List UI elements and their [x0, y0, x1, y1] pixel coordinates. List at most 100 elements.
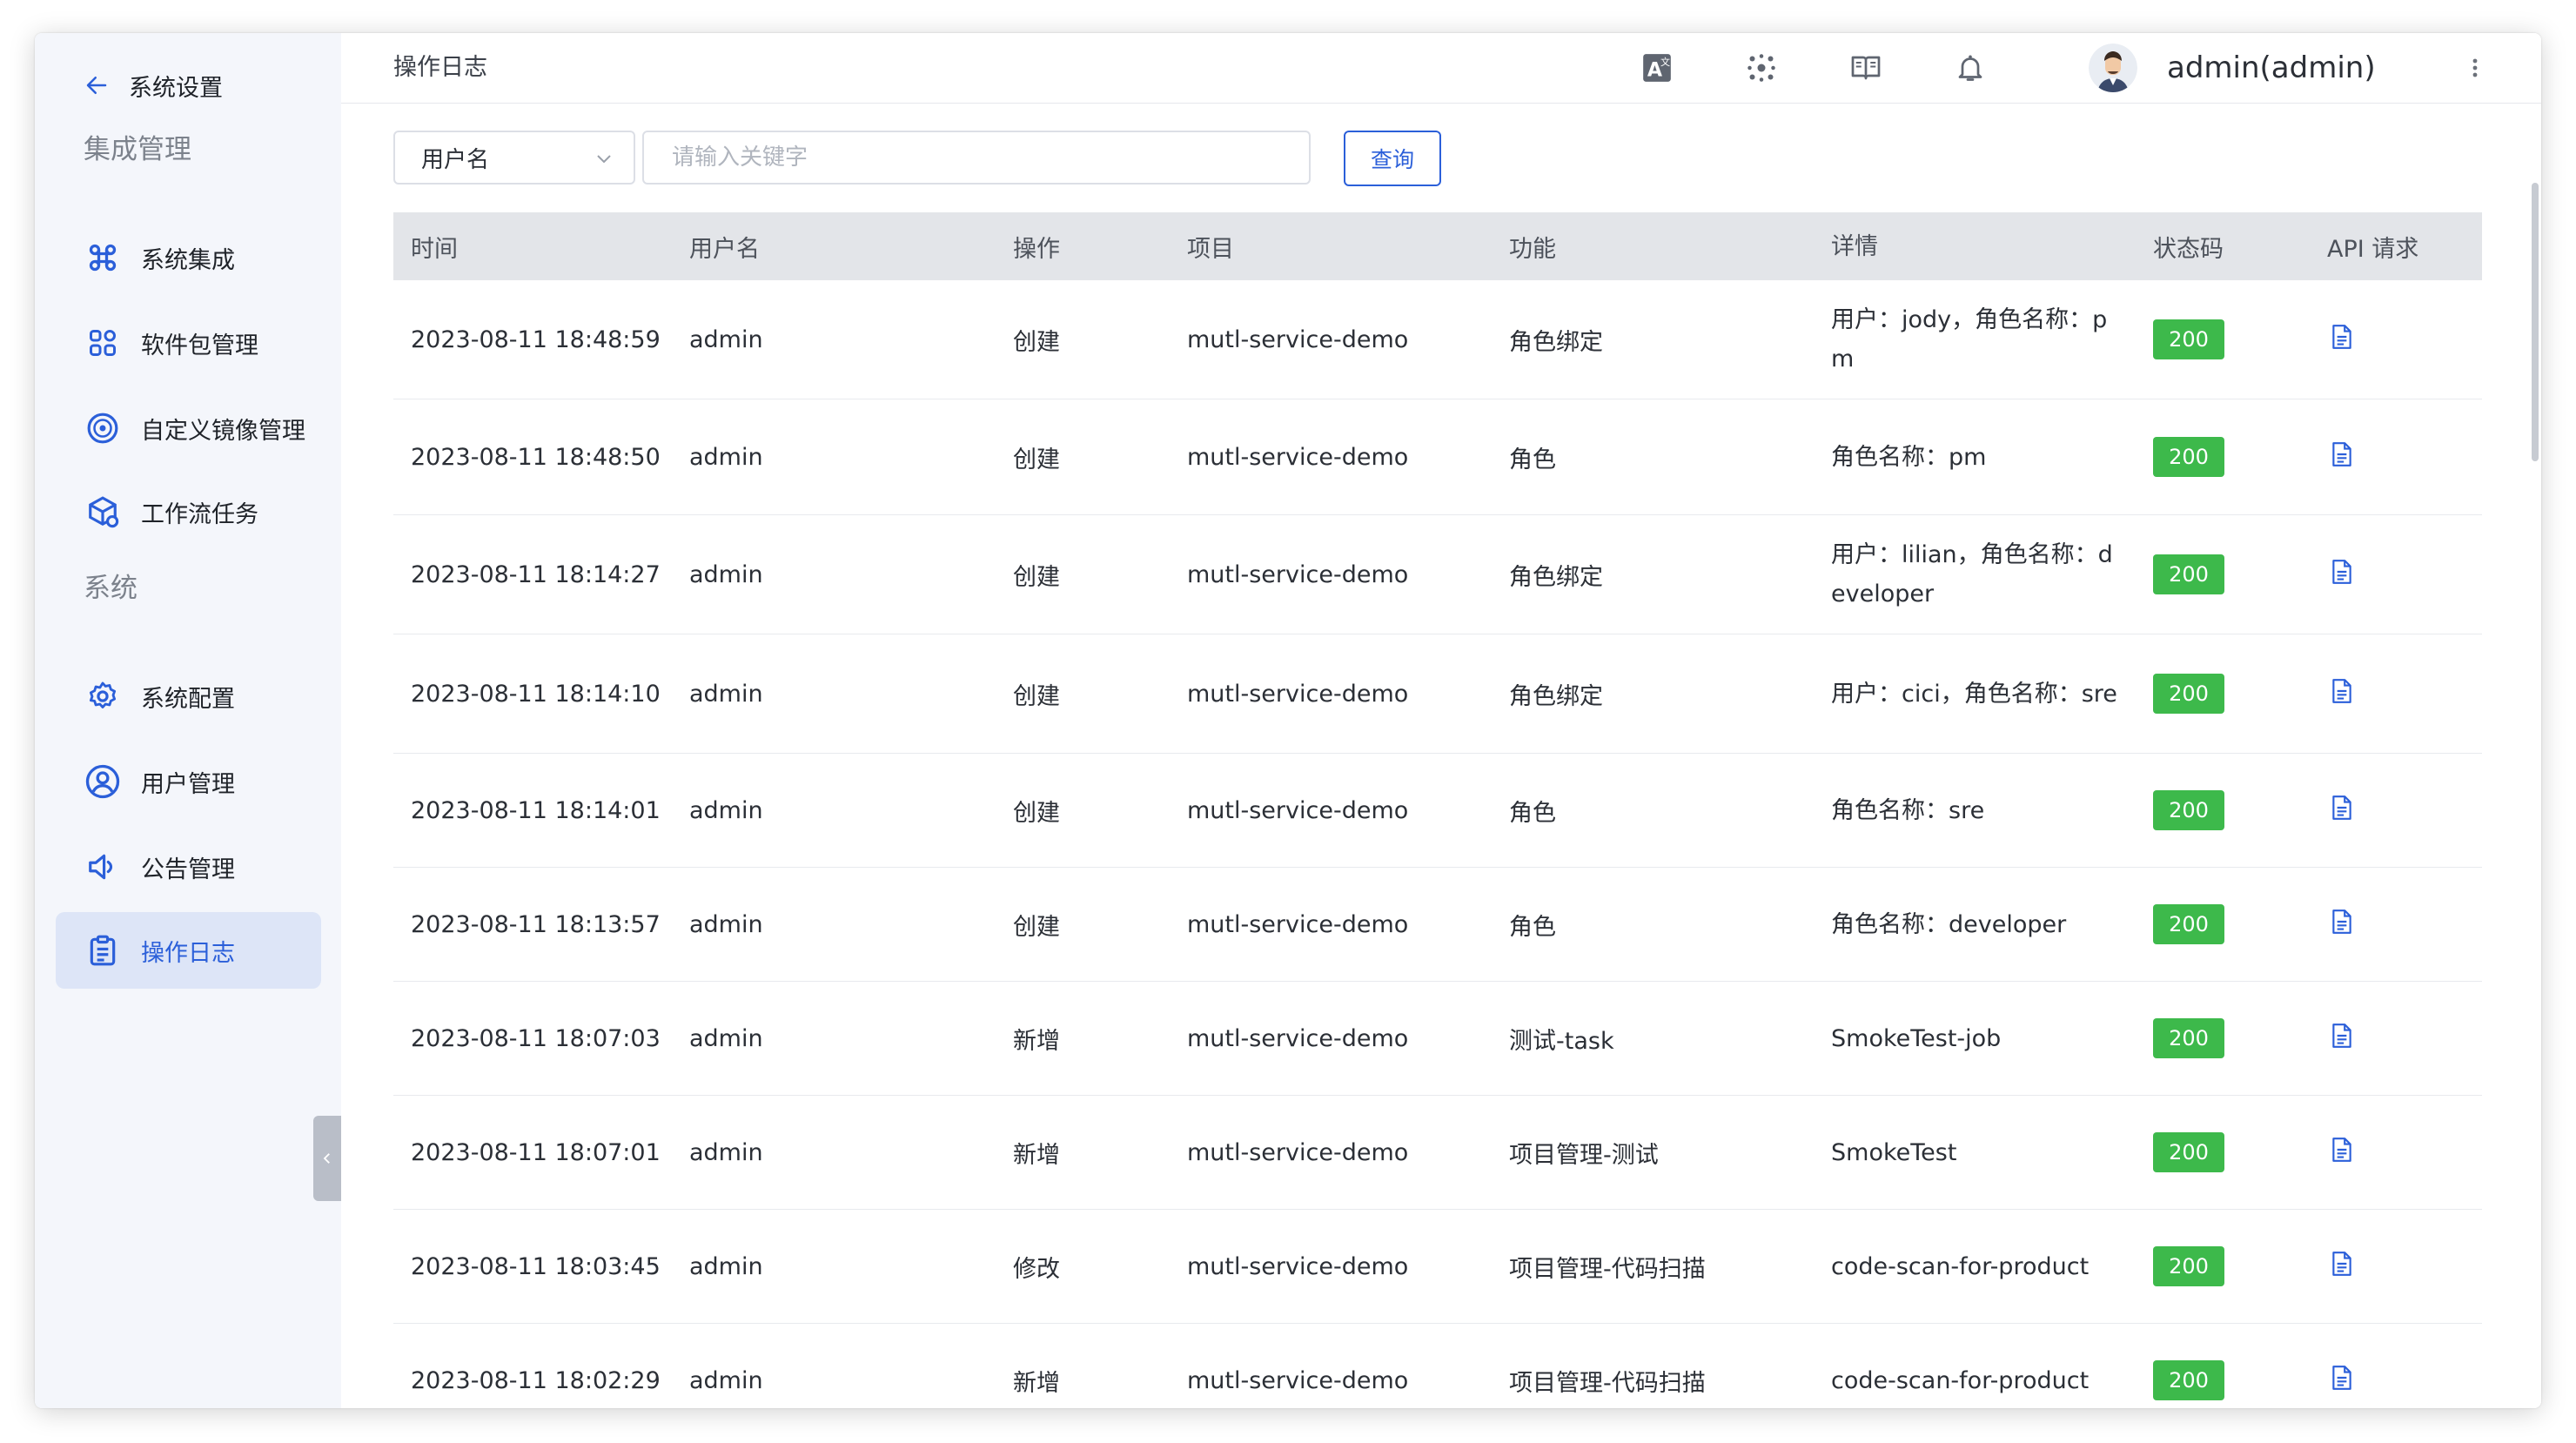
- cell-function: 项目管理-测试: [1509, 1141, 1659, 1169]
- cell-user: admin: [689, 1024, 763, 1052]
- status-badge: 200: [2153, 1018, 2224, 1058]
- cell-operation: 创建: [1013, 563, 1060, 591]
- cell-function: 项目管理-代码扫描: [1509, 1255, 1706, 1283]
- sidebar-item-announcements[interactable]: 公告管理: [56, 829, 321, 905]
- scrollbar-thumb[interactable]: [2532, 183, 2539, 461]
- translate-icon[interactable]: A文: [1640, 50, 1674, 85]
- cell-detail: SmokeTest-job: [1831, 1024, 2002, 1052]
- cell-time: 2023-08-11 18:07:03: [411, 1024, 661, 1052]
- document-icon[interactable]: [2331, 1023, 2353, 1049]
- sidebar-item-custom-images[interactable]: 自定义镜像管理: [56, 390, 321, 466]
- column-header-project: 项目: [1187, 235, 1234, 263]
- cell-function: 角色: [1509, 913, 1556, 941]
- cell-user: admin: [689, 560, 763, 588]
- sidebar-item-users[interactable]: 用户管理: [56, 743, 321, 820]
- network-icon[interactable]: [1744, 50, 1779, 85]
- cell-user: admin: [689, 680, 763, 708]
- arrow-left-icon: [86, 77, 107, 94]
- cell-operation: 新增: [1013, 1027, 1060, 1055]
- cell-status: 200: [2136, 674, 2310, 714]
- document-icon[interactable]: [2331, 795, 2353, 821]
- search-input[interactable]: [642, 131, 1311, 185]
- status-badge: 200: [2153, 1246, 2224, 1286]
- cell-status: 200: [2136, 1018, 2310, 1058]
- cell-operation: 创建: [1013, 446, 1060, 473]
- document-icon[interactable]: [2331, 324, 2353, 350]
- cell-status: 200: [2136, 1246, 2310, 1286]
- sidebar-item-operation-log[interactable]: 操作日志: [56, 912, 321, 989]
- clipboard-icon: [85, 933, 120, 968]
- book-icon[interactable]: [1848, 50, 1883, 85]
- column-header-operation: 操作: [1013, 235, 1060, 263]
- document-icon[interactable]: [2331, 1251, 2353, 1277]
- back-to-settings[interactable]: 系统设置: [84, 52, 223, 118]
- command-icon: [85, 240, 120, 275]
- document-icon[interactable]: [2331, 1365, 2353, 1391]
- sidebar-item-packages[interactable]: 软件包管理: [56, 305, 321, 381]
- table-header: 时间 用户名 操作 项目 功能 详情 状态码 API 请求: [393, 212, 2482, 280]
- cell-function: 项目管理-代码扫描: [1509, 1369, 1706, 1397]
- cell-api-request: [2310, 324, 2482, 356]
- cell-project: mutl-service-demo: [1187, 796, 1409, 824]
- back-label: 系统设置: [129, 74, 223, 102]
- cell-user: admin: [689, 443, 763, 471]
- sidebar-item-system-integration[interactable]: 系统集成: [56, 219, 321, 296]
- column-header-status: 状态码: [2153, 235, 2224, 263]
- top-bar: 操作日志 A文 admin(admin): [341, 33, 2541, 104]
- chevron-down-icon: [597, 155, 611, 164]
- app-window: 系统设置 集成管理 系统集成 软件包管理 自定义镜像管理 工作流任务 系统 系统…: [35, 33, 2541, 1408]
- cell-operation: 新增: [1013, 1141, 1060, 1169]
- sidebar-item-workflow-tasks[interactable]: 工作流任务: [56, 473, 321, 550]
- sidebar-item-label: 软件包管理: [141, 332, 258, 359]
- cell-project: mutl-service-demo: [1187, 1366, 1409, 1394]
- avatar[interactable]: [2089, 44, 2137, 92]
- sidebar-item-system-config[interactable]: 系统配置: [56, 658, 321, 735]
- document-icon[interactable]: [2331, 909, 2353, 935]
- cell-detail: 角色名称：pm: [1831, 443, 1987, 471]
- apps-grid-icon: [85, 326, 120, 360]
- table-row: 2023-08-11 18:48:59 admin 创建 mutl-service-d…: [393, 280, 2482, 399]
- main-content: 操作日志 A文 admin(admin) 用户名 请输入关键字 查询 时间 用户…: [341, 33, 2541, 1408]
- cell-time: 2023-08-11 18:02:29: [411, 1366, 661, 1394]
- document-icon[interactable]: [2331, 678, 2353, 704]
- cell-api-request: [2310, 909, 2482, 941]
- document-icon[interactable]: [2331, 559, 2353, 585]
- scrollbar[interactable]: [2529, 103, 2541, 1408]
- column-header-api-request: API 请求: [2327, 235, 2419, 263]
- more-vertical-icon[interactable]: [2465, 50, 2485, 85]
- status-badge: 200: [2153, 319, 2224, 359]
- cell-detail: SmokeTest: [1831, 1138, 1957, 1166]
- search-field-select[interactable]: 用户名: [393, 131, 635, 185]
- cell-time: 2023-08-11 18:48:59: [411, 326, 661, 353]
- document-icon[interactable]: [2331, 441, 2353, 467]
- user-name[interactable]: admin(admin): [2167, 33, 2376, 103]
- sidebar-collapse-handle[interactable]: [313, 1116, 341, 1201]
- group-title-integration: 集成管理: [84, 134, 191, 165]
- user-circle-icon: [85, 764, 120, 799]
- cell-function: 角色: [1509, 446, 1556, 473]
- group-title-system: 系统: [84, 573, 138, 604]
- search-button[interactable]: 查询: [1344, 131, 1441, 186]
- sidebar-item-label: 系统配置: [141, 685, 235, 713]
- status-badge: 200: [2153, 1360, 2224, 1400]
- cell-user: admin: [689, 326, 763, 353]
- table-row: 2023-08-11 18:02:29 admin 新增 mutl-service-d…: [393, 1324, 2482, 1408]
- cell-project: mutl-service-demo: [1187, 560, 1409, 588]
- column-header-user: 用户名: [689, 235, 760, 263]
- cell-operation: 新增: [1013, 1369, 1060, 1397]
- cell-project: mutl-service-demo: [1187, 1024, 1409, 1052]
- operation-log-table: 时间 用户名 操作 项目 功能 详情 状态码 API 请求 2023-08-11…: [393, 212, 2482, 1408]
- column-header-function: 功能: [1509, 235, 1556, 263]
- table-row: 2023-08-11 18:48:50 admin 创建 mutl-service-d…: [393, 399, 2482, 515]
- status-badge: 200: [2153, 674, 2224, 714]
- column-header-time: 时间: [411, 235, 458, 263]
- table-row: 2023-08-11 18:03:45 admin 修改 mutl-service-d…: [393, 1210, 2482, 1324]
- cell-detail: 用户：lilian，角色名称：developer: [1831, 541, 2113, 607]
- document-icon[interactable]: [2331, 1137, 2353, 1163]
- bell-icon[interactable]: [1953, 50, 1988, 85]
- sidebar-item-label: 系统集成: [141, 246, 235, 274]
- cell-detail: code-scan-for-product: [1831, 1366, 2090, 1394]
- cell-time: 2023-08-11 18:13:57: [411, 910, 661, 938]
- status-badge: 200: [2153, 904, 2224, 944]
- svg-text:文: 文: [1660, 56, 1670, 68]
